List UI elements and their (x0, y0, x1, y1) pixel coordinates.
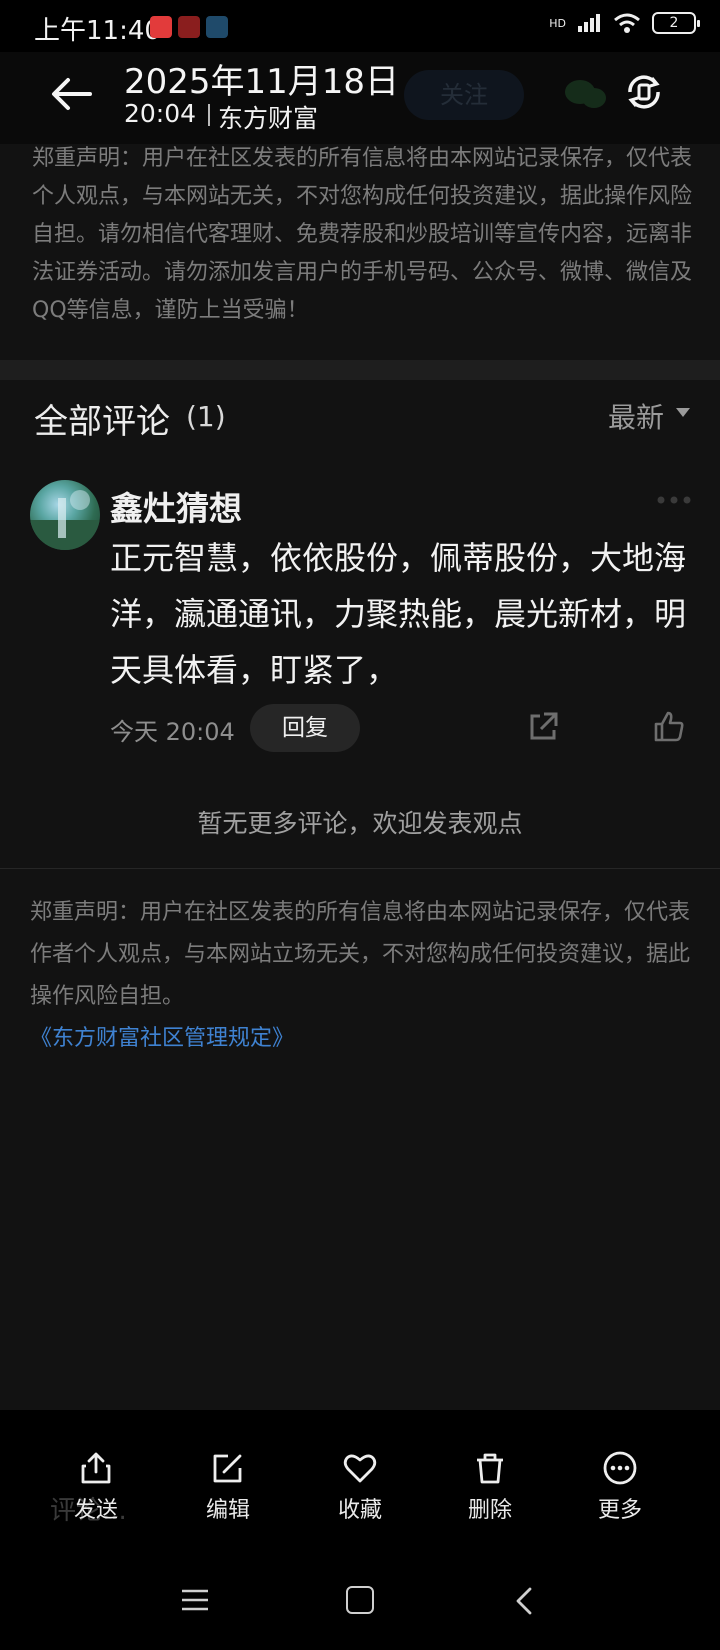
edit-button[interactable]: 编辑 (178, 1450, 278, 1524)
comments-count: (1) (186, 400, 226, 433)
send-button[interactable]: 发送 (46, 1450, 146, 1524)
no-more-comments: 暂无更多评论，欢迎发表观点 (197, 809, 523, 838)
home-icon[interactable] (346, 1586, 374, 1614)
favorite-label: 收藏 (337, 1498, 382, 1523)
section-divider (0, 360, 720, 380)
delete-label: 删除 (467, 1498, 512, 1523)
nav-back-icon[interactable] (514, 1586, 534, 1616)
avatar-image (30, 490, 100, 550)
edit-icon (213, 1454, 242, 1483)
share-icon[interactable] (526, 710, 560, 744)
thumbs-up-icon[interactable] (652, 710, 686, 744)
upload-share-icon (81, 1452, 111, 1484)
comment-body: 正元智慧，依依股份，佩蒂股份，大地海洋，瀛通通讯，力聚热能，晨光新材，明天具体看… (110, 539, 687, 689)
sort-dropdown[interactable]: 最新 (608, 396, 664, 436)
hd-label: HD (549, 16, 566, 30)
edit-label: 编辑 (205, 1498, 250, 1523)
trash-icon (477, 1453, 503, 1484)
back-arrow-icon[interactable] (48, 70, 96, 118)
signal-icon (578, 14, 600, 32)
menu-icon[interactable] (180, 1588, 210, 1612)
title-separator (208, 104, 210, 126)
wechat-icon[interactable] (564, 76, 608, 112)
comment-author[interactable]: 鑫灶猜想 (110, 482, 242, 530)
page-title-time: 20:04 (124, 99, 197, 128)
more-options-icon[interactable] (656, 494, 692, 506)
favorite-button[interactable]: 收藏 (310, 1450, 410, 1524)
reply-button[interactable]: 回复 (250, 704, 360, 752)
avatar[interactable] (30, 480, 100, 550)
more-circle-icon (603, 1451, 637, 1485)
wifi-icon (614, 13, 640, 33)
app-notification-icon-2 (178, 16, 200, 38)
page-title-source: 东方财富 (218, 104, 319, 133)
status-bar: 上午11:40 HD 2 (0, 0, 720, 52)
heart-icon (343, 1454, 377, 1483)
battery-icon: 2 (652, 12, 700, 34)
comments-title: 全部评论 (34, 402, 170, 442)
page-title-date: 2025年11月18日 (124, 62, 400, 102)
more-label: 更多 (597, 1498, 642, 1523)
rotate-icon[interactable] (622, 70, 666, 114)
disclaimer-top: 郑重声明：用户在社区发表的所有信息将由本网站记录保存，仅代表个人观点，与本网站无… (32, 146, 693, 323)
community-rules-link[interactable]: 《东方财富社区管理规定》 (30, 1020, 294, 1052)
delete-button[interactable]: 删除 (440, 1450, 540, 1524)
caret-down-icon[interactable] (676, 408, 690, 417)
app-notification-icon (150, 16, 172, 38)
follow-button[interactable]: 关注 (404, 70, 524, 120)
comment-time: 今天 20:04 (110, 718, 235, 746)
status-right: HD 2 (549, 12, 700, 34)
status-time: 上午11:40 (34, 16, 161, 46)
divider-line (0, 868, 720, 869)
more-button[interactable]: 更多 (570, 1450, 670, 1524)
app-notification-icon-3 (206, 16, 228, 38)
send-label: 发送 (73, 1498, 118, 1523)
disclaimer-bottom: 郑重声明：用户在社区发表的所有信息将由本网站记录保存，仅代表作者个人观点，与本网… (30, 900, 691, 1009)
